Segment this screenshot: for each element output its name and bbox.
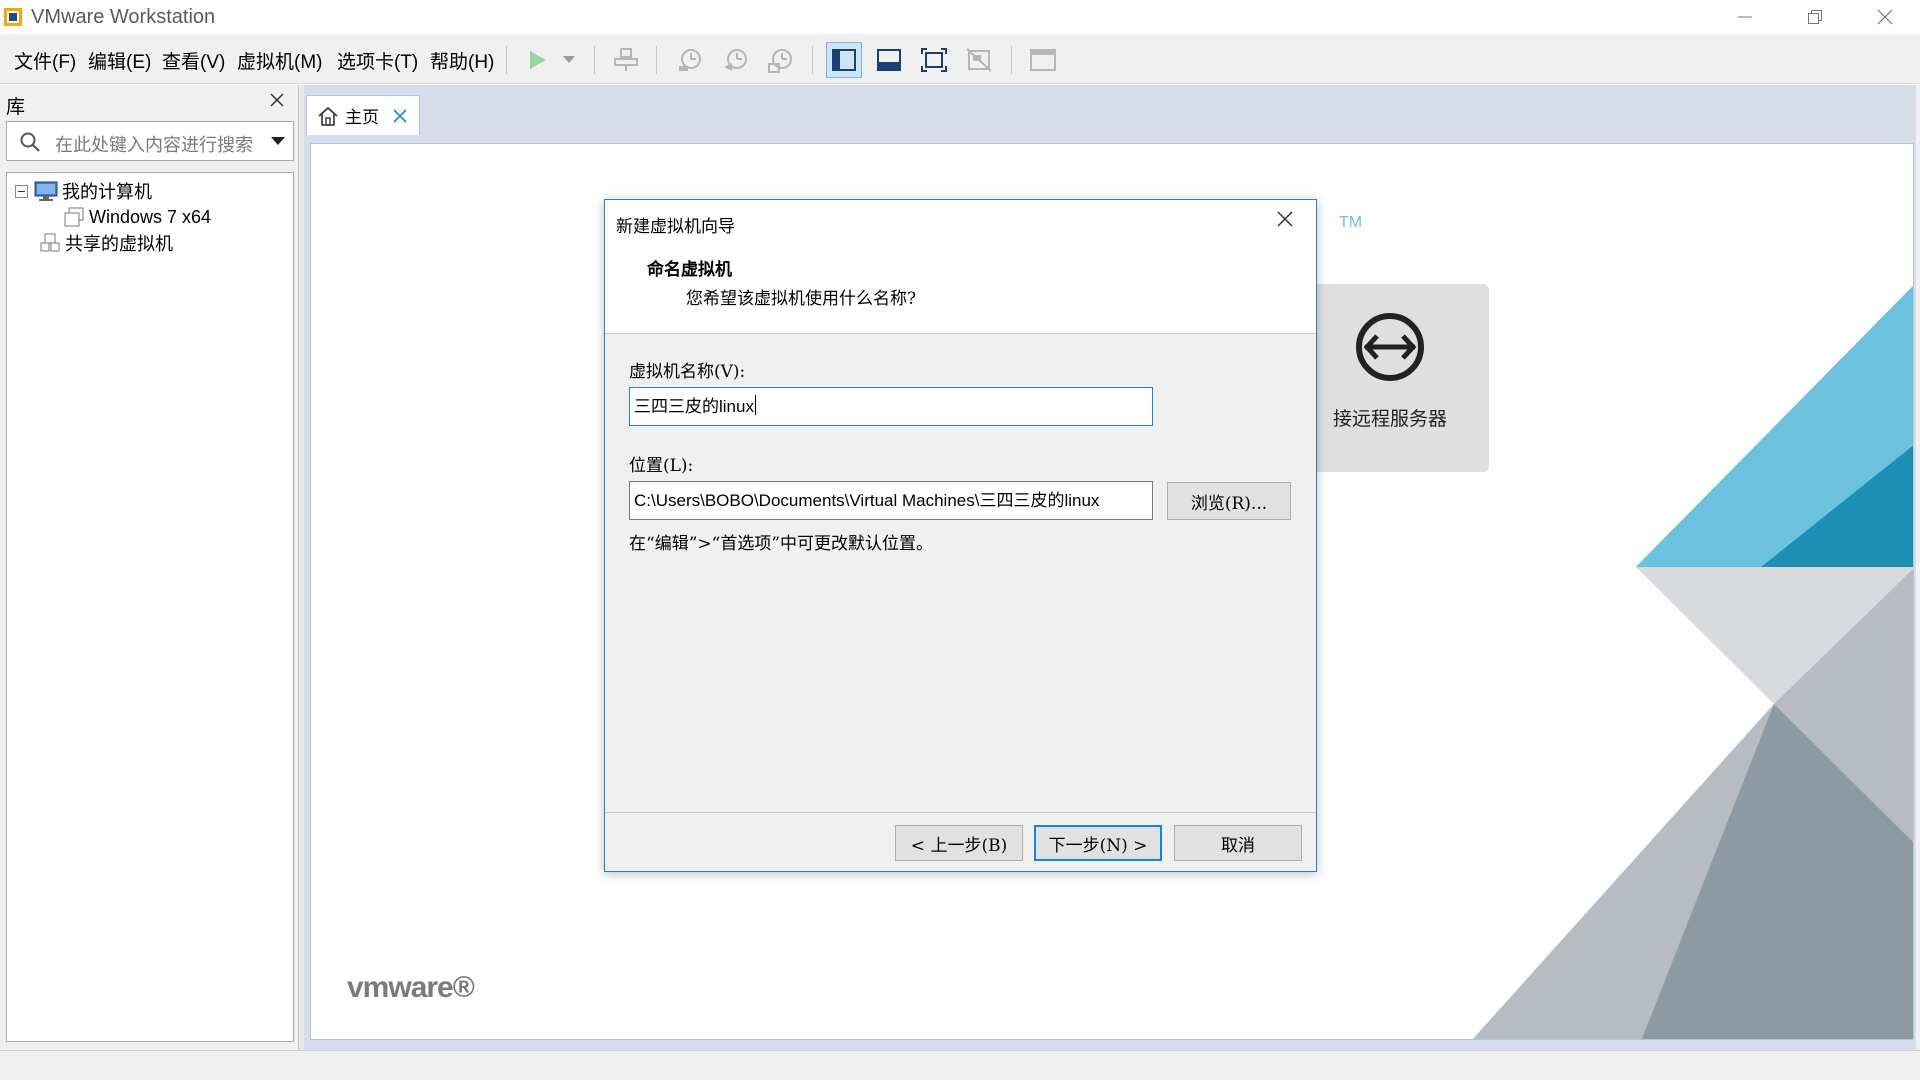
chevron-down-icon[interactable] [271,137,285,146]
take-snapshot-button[interactable] [672,42,708,78]
restore-icon [1808,10,1822,24]
browse-button[interactable]: 浏览(R)... [1167,482,1291,520]
menu-toolbar: 文件(F) 编辑(E) 查看(V) 虚拟机(M) 选项卡(T) 帮助(H) [0,34,1920,84]
tree-item-shared-vms[interactable]: 共享的虚拟机 [39,231,173,255]
send-ctrl-alt-del-button[interactable] [608,42,644,78]
menu-help[interactable]: 帮助(H) [430,47,494,74]
window-title: VMware Workstation [31,6,216,28]
menu-file[interactable]: 文件(F) [14,47,76,74]
next-button[interactable]: 下一步(N) > [1034,825,1162,861]
power-on-button[interactable] [519,42,555,78]
console-view-icon [1030,49,1056,71]
search-placeholder: 在此处键入内容进行搜索 [55,135,253,155]
window-edge [1916,85,1920,1050]
new-vm-wizard-dialog: 新建虚拟机向导 命名虚拟机 您希望该虚拟机使用什么名称? 虚拟机名称(V): 三… [604,199,1317,872]
menu-edit[interactable]: 编辑(E) [88,47,151,74]
toolbar-separator [656,46,657,74]
toolbar-separator [812,46,813,74]
back-button[interactable]: < 上一步(B) [895,825,1023,861]
unity-icon [966,48,992,72]
search-icon [20,132,40,152]
dialog-subheading: 您希望该虚拟机使用什么名称? [686,289,917,309]
shared-vm-icon [40,233,60,252]
toolbar-separator [506,46,507,74]
vm-name-label: 虚拟机名称(V): [629,362,746,382]
snapshot-take-icon [679,49,701,71]
location-value: C:\Users\BOBO\Documents\Virtual Machines… [634,491,1100,510]
tree-item-label: 共享的虚拟机 [65,234,173,254]
dialog-header: 新建虚拟机向导 命名虚拟机 您希望该虚拟机使用什么名称? [605,200,1316,334]
toolbar-separator [594,46,595,74]
dialog-heading: 命名虚拟机 [647,260,732,280]
unity-button[interactable] [961,42,997,78]
tab-bar: 主页 [304,85,1916,135]
library-title: 库 [6,97,26,118]
menu-vm[interactable]: 虚拟机(M) [237,47,322,74]
computer-icon [34,181,58,201]
cancel-button[interactable]: 取消 [1174,825,1302,861]
restore-button[interactable] [1780,0,1850,34]
snapshot-manager-button[interactable] [763,42,799,78]
full-screen-icon [921,48,947,72]
text-caret [754,395,756,415]
close-icon [1877,9,1893,25]
play-icon [530,51,546,69]
dialog-title: 新建虚拟机向导 [616,217,735,236]
toolbar-separator [1011,46,1012,74]
show-library-button[interactable] [826,42,862,78]
remote-server-icon [1356,313,1424,381]
tab-home[interactable]: 主页 [306,95,420,135]
tree-item-my-computer[interactable]: 我的计算机 [15,179,152,203]
tree-item-label: 我的计算机 [62,182,152,202]
close-icon[interactable] [1276,210,1294,228]
close-icon[interactable] [270,93,284,107]
full-screen-button[interactable] [916,42,952,78]
location-label: 位置(L): [629,456,694,476]
snapshot-revert-icon [724,49,747,71]
home-icon [318,106,338,126]
location-hint: 在“编辑”>“首选项”中可更改默认位置。 [629,534,934,554]
snapshot-manager-icon [768,49,792,73]
library-search-input[interactable]: 在此处键入内容进行搜索 [6,121,294,161]
revert-snapshot-button[interactable] [718,42,754,78]
dialog-divider [605,812,1316,813]
library-tree: 我的计算机 Windows 7 x64 共享的虚拟机 [6,172,294,1042]
menu-view[interactable]: 查看(V) [162,47,225,74]
status-bar [0,1050,1920,1080]
show-thumbnail-bar-button[interactable] [871,42,907,78]
play-dropdown-icon [563,56,575,63]
show-thumbnail-bar-icon [877,49,901,71]
vmware-logo: vmware® [347,971,475,1004]
vmware-app-icon [4,8,22,26]
close-window-button[interactable] [1850,0,1920,34]
title-bar: VMware Workstation [0,0,1920,34]
location-input[interactable]: C:\Users\BOBO\Documents\Virtual Machines… [629,481,1153,520]
console-view-button[interactable] [1025,42,1061,78]
vm-name-input[interactable]: 三四三皮的linux [629,387,1153,426]
send-ctrl-alt-del-icon [614,48,638,71]
trademark-mark: TM [1339,214,1363,231]
minimize-button[interactable] [1710,0,1780,34]
library-panel: 库 在此处键入内容进行搜索 我的计算机 Windows 7 x64 共享的虚拟机 [0,85,298,1050]
tree-item-windows7[interactable]: Windows 7 x64 [63,205,211,229]
power-dropdown-button[interactable] [551,42,587,78]
collapse-icon[interactable] [15,184,28,198]
minimize-icon [1738,16,1752,18]
tree-item-label: Windows 7 x64 [89,206,212,227]
close-icon[interactable] [393,108,407,123]
vm-name-value: 三四三皮的linux [634,397,754,416]
vm-icon [64,207,84,227]
menu-tabs[interactable]: 选项卡(T) [337,47,418,74]
tab-label: 主页 [345,108,379,127]
show-library-icon [832,49,856,71]
